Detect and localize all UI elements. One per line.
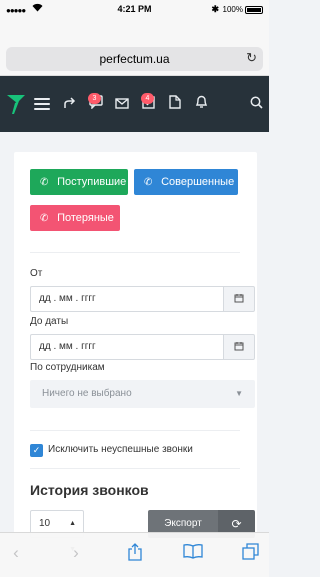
back-icon[interactable]: ‹ <box>4 543 28 563</box>
menu-icon[interactable] <box>34 98 50 110</box>
forward-icon[interactable]: › <box>64 543 88 563</box>
phone-outgoing-icon: ✆ <box>144 177 153 188</box>
mail-icon[interactable] <box>112 94 132 114</box>
ios-status-bar: ●●●●● 4:21 PM ✱ 100% <box>0 0 269 20</box>
bookmarks-icon[interactable] <box>181 543 205 564</box>
calendar-icon[interactable] <box>223 334 255 360</box>
employees-select-value: Ничего не выбрано <box>42 388 132 399</box>
battery-icon <box>245 6 263 14</box>
exclude-failed-checkbox[interactable]: ✓ <box>30 444 43 457</box>
share-icon[interactable] <box>123 543 147 566</box>
bluetooth-icon: ✱ <box>211 4 219 14</box>
url-text: perfectum.ua <box>99 52 170 66</box>
incoming-calls-label: Поступившие <box>57 176 127 188</box>
document-icon[interactable] <box>165 94 185 114</box>
divider <box>30 430 240 431</box>
calendar-icon[interactable] <box>223 286 255 312</box>
logo-icon[interactable] <box>6 93 26 115</box>
browser-address-area: perfectum.ua ↻ <box>0 20 269 76</box>
to-date-label: До даты <box>30 316 69 327</box>
from-date-label: От <box>30 268 43 279</box>
completed-calls-button[interactable]: ✆ Совершенные <box>134 169 238 195</box>
phone-missed-icon: ✆ <box>40 213 49 224</box>
call-history-title: История звонков <box>30 482 149 498</box>
phone-incoming-icon: ✆ <box>40 177 49 188</box>
tabs-icon[interactable] <box>238 543 262 565</box>
share-icon[interactable] <box>60 94 80 114</box>
exclude-failed-label: Исключить неуспешные звонки <box>48 444 193 455</box>
to-date-input[interactable]: дд . мм . гггг <box>30 334 224 360</box>
search-icon[interactable] <box>246 94 266 114</box>
divider <box>30 252 240 253</box>
from-date-input[interactable]: дд . мм . гггг <box>30 286 224 312</box>
tasks-badge: 4 <box>141 93 154 104</box>
reload-icon[interactable]: ↻ <box>246 50 257 66</box>
divider <box>30 468 240 469</box>
employees-select[interactable]: Ничего не выбрано ▼ <box>30 380 255 408</box>
incoming-calls-button[interactable]: ✆ Поступившие <box>30 169 128 195</box>
chat-badge: 3 <box>88 93 101 104</box>
page-size-value: 10 <box>39 518 51 529</box>
chevron-down-icon: ▼ <box>235 389 243 398</box>
bell-icon[interactable] <box>191 94 211 114</box>
address-bar[interactable]: perfectum.ua ↻ <box>6 47 263 71</box>
completed-calls-label: Совершенные <box>161 176 235 188</box>
safari-toolbar: ‹ › <box>0 532 269 577</box>
app-header: 3 4 <box>0 76 269 132</box>
calls-filter-card: ✆ Поступившие ✆ Совершенные ✆ Потеряные … <box>14 152 257 553</box>
battery-percent: 100% <box>222 5 243 14</box>
lost-calls-label: Потеряные <box>57 212 114 224</box>
refresh-icon: ⟳ <box>231 517 242 531</box>
lost-calls-button[interactable]: ✆ Потеряные <box>30 205 120 231</box>
employees-label: По сотрудникам <box>30 362 105 373</box>
